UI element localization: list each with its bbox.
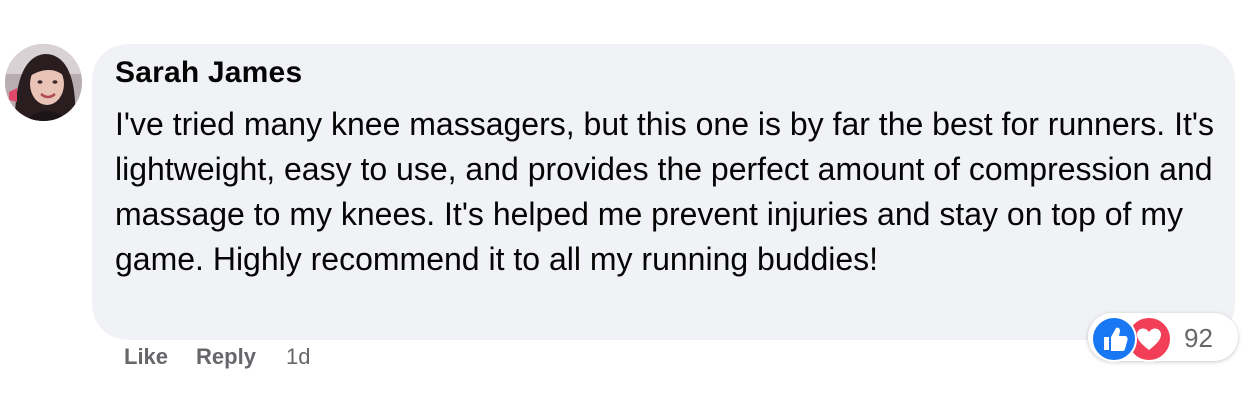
avatar[interactable] xyxy=(5,44,82,121)
reply-button[interactable]: Reply xyxy=(196,344,256,370)
comment-bubble: Sarah James I've tried many knee massage… xyxy=(92,44,1235,340)
like-button[interactable]: Like xyxy=(124,344,168,370)
author-name[interactable]: Sarah James xyxy=(115,56,302,90)
like-icon xyxy=(1091,316,1137,362)
comment-timestamp[interactable]: 1d xyxy=(286,344,310,370)
comment: Sarah James I've tried many knee massage… xyxy=(0,0,1250,400)
reaction-count: 92 xyxy=(1184,323,1213,353)
avatar-image xyxy=(5,44,82,121)
reactions-summary[interactable]: 92 xyxy=(1088,313,1238,362)
comment-text: I've tried many knee massagers, but this… xyxy=(115,106,1214,277)
comment-actions: Like Reply 1d xyxy=(124,342,310,372)
